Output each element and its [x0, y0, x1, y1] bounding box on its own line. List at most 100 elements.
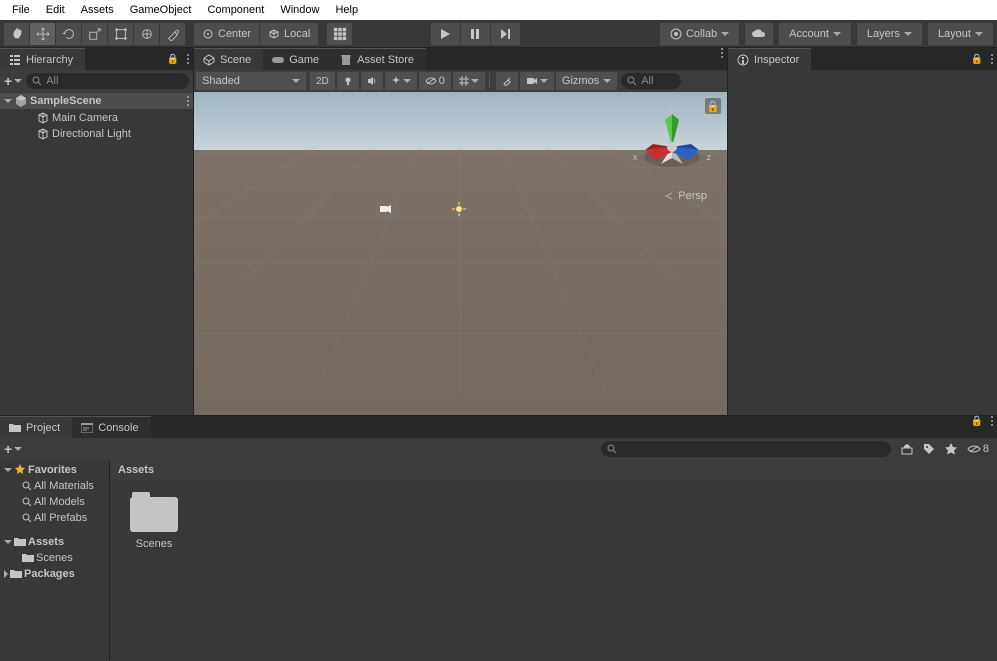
panel-menu-icon[interactable]	[987, 416, 997, 438]
project-search[interactable]	[601, 441, 891, 457]
inspector-icon	[736, 53, 750, 67]
console-tab[interactable]: Console	[72, 416, 150, 438]
persp-toggle[interactable]: Persp	[664, 190, 707, 202]
hidden-toggle[interactable]: 0	[419, 72, 451, 90]
inspector-panel: Inspector 🔒	[727, 48, 997, 415]
menu-gameobject[interactable]: GameObject	[122, 4, 200, 16]
lighting-toggle[interactable]	[337, 72, 359, 90]
panel-menu-icon[interactable]	[183, 54, 193, 64]
menu-component[interactable]: Component	[199, 4, 272, 16]
fav-materials[interactable]: All Materials	[0, 478, 109, 494]
favorite-icon[interactable]	[941, 440, 961, 458]
lock-icon[interactable]: 🔒	[967, 416, 987, 438]
audio-toggle[interactable]	[361, 72, 383, 90]
hierarchy-title: Hierarchy	[26, 54, 73, 66]
scene-tab[interactable]: Scene	[194, 48, 263, 70]
right-toolbar: Collab Account Layers Layout	[660, 23, 993, 45]
scale-tool[interactable]	[82, 23, 108, 45]
move-tool[interactable]	[30, 23, 56, 45]
panel-menu-icon[interactable]	[987, 54, 997, 64]
layers-dropdown[interactable]: Layers	[857, 23, 922, 45]
expand-icon	[4, 99, 12, 103]
grid-toggle[interactable]	[453, 72, 485, 90]
search-icon	[627, 76, 637, 86]
item-label: Main Camera	[52, 112, 118, 124]
snap-tool[interactable]	[327, 23, 353, 45]
panel-menu-icon[interactable]	[717, 48, 727, 70]
axis-y-label: y	[669, 106, 674, 116]
breadcrumb[interactable]: Assets	[110, 460, 997, 480]
fx-toggle[interactable]	[385, 72, 417, 90]
folder-icon	[8, 421, 22, 435]
hierarchy-item-camera[interactable]: Main Camera	[0, 110, 193, 126]
scene-search[interactable]: All	[621, 73, 681, 89]
folder-icon	[14, 537, 26, 547]
search-icon	[607, 444, 617, 454]
game-tab[interactable]: Game	[263, 48, 331, 70]
packages-row[interactable]: Packages	[0, 566, 109, 582]
create-dropdown[interactable]: +	[4, 441, 22, 457]
tools-toggle[interactable]	[496, 72, 518, 90]
collab-dropdown[interactable]: Collab	[660, 23, 739, 45]
pivot-center[interactable]: Center	[194, 23, 260, 45]
play-controls	[431, 23, 521, 45]
transform-tool[interactable]	[134, 23, 160, 45]
filter-type-icon[interactable]	[897, 440, 917, 458]
rotate-tool[interactable]	[56, 23, 82, 45]
scene-viewport[interactable]: 🔒 y x z Pe	[194, 92, 727, 415]
pause-button[interactable]	[461, 23, 491, 45]
folder-scenes[interactable]: Scenes	[122, 492, 186, 550]
menu-help[interactable]: Help	[327, 4, 366, 16]
camera-toggle[interactable]	[520, 72, 554, 90]
search-icon	[22, 513, 32, 523]
pivot-local[interactable]: Local	[260, 23, 319, 45]
gizmos-dropdown[interactable]: Gizmos	[556, 72, 617, 90]
hand-tool[interactable]	[4, 23, 30, 45]
scene-name: SampleScene	[30, 95, 102, 107]
pivot-tools: Center Local	[194, 23, 319, 45]
favorites-row[interactable]: Favorites	[0, 462, 109, 478]
project-tab[interactable]: Project	[0, 416, 72, 438]
fav-prefabs[interactable]: All Prefabs	[0, 510, 109, 526]
rect-tool[interactable]	[108, 23, 134, 45]
hierarchy-search[interactable]: All	[26, 73, 189, 89]
menu-bar: File Edit Assets GameObject Component Wi…	[0, 0, 997, 20]
menu-window[interactable]: Window	[272, 4, 327, 16]
inspector-tab[interactable]: Inspector	[728, 48, 811, 70]
item-label: Directional Light	[52, 128, 131, 140]
2d-toggle[interactable]: 2D	[310, 72, 335, 90]
lock-icon[interactable]: 🔒	[967, 54, 987, 65]
lock-icon[interactable]: 🔒	[163, 54, 183, 65]
fav-models[interactable]: All Models	[0, 494, 109, 510]
shading-dropdown[interactable]: Shaded	[196, 72, 306, 90]
layout-dropdown[interactable]: Layout	[928, 23, 993, 45]
assets-row[interactable]: Assets	[0, 534, 109, 550]
filter-label-icon[interactable]	[919, 440, 939, 458]
menu-edit[interactable]: Edit	[38, 4, 73, 16]
unity-scene-icon	[14, 94, 28, 108]
folder-icon	[10, 569, 22, 579]
asset-store-tab[interactable]: Asset Store	[331, 48, 426, 70]
inspector-title: Inspector	[754, 54, 799, 66]
hierarchy-tab[interactable]: Hierarchy	[0, 48, 85, 70]
custom-tool[interactable]	[160, 23, 186, 45]
cube-icon	[36, 127, 50, 141]
hierarchy-item-light[interactable]: Directional Light	[0, 126, 193, 142]
scenes-folder[interactable]: Scenes	[0, 550, 109, 566]
create-dropdown[interactable]: +	[4, 73, 22, 89]
cloud-button[interactable]	[745, 23, 773, 45]
account-dropdown[interactable]: Account	[779, 23, 851, 45]
search-icon	[32, 76, 42, 86]
orientation-gizmo[interactable]: y x z Persp	[627, 102, 717, 202]
camera-gizmo-icon	[379, 204, 393, 214]
hidden-count[interactable]: 8	[963, 440, 993, 458]
search-icon	[22, 497, 32, 507]
menu-assets[interactable]: Assets	[73, 4, 122, 16]
scene-menu-icon[interactable]	[183, 96, 193, 106]
cube-icon	[36, 111, 50, 125]
play-button[interactable]	[431, 23, 461, 45]
axis-z-label: z	[707, 152, 712, 162]
scene-row[interactable]: SampleScene	[0, 93, 193, 109]
step-button[interactable]	[491, 23, 521, 45]
menu-file[interactable]: File	[4, 4, 38, 16]
